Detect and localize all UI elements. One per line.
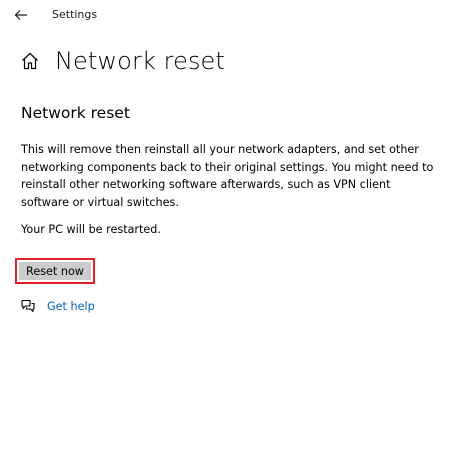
get-help-row[interactable]: Get help [20,297,95,315]
title-bar: Settings [0,0,474,30]
restart-note: Your PC will be restarted. [21,223,161,236]
back-arrow-icon [14,6,28,25]
section-title: Network reset [21,104,130,122]
get-help-link[interactable]: Get help [47,300,95,313]
back-button[interactable] [11,6,31,24]
reset-now-highlight: Reset now [15,258,95,284]
app-title: Settings [52,8,98,21]
reset-now-button[interactable]: Reset now [19,262,91,280]
home-icon[interactable] [20,51,40,71]
chat-help-icon [20,298,36,314]
page-header: Network reset [20,46,225,76]
description-text: This will remove then reinstall all your… [21,143,434,209]
page-title: Network reset [55,47,225,75]
